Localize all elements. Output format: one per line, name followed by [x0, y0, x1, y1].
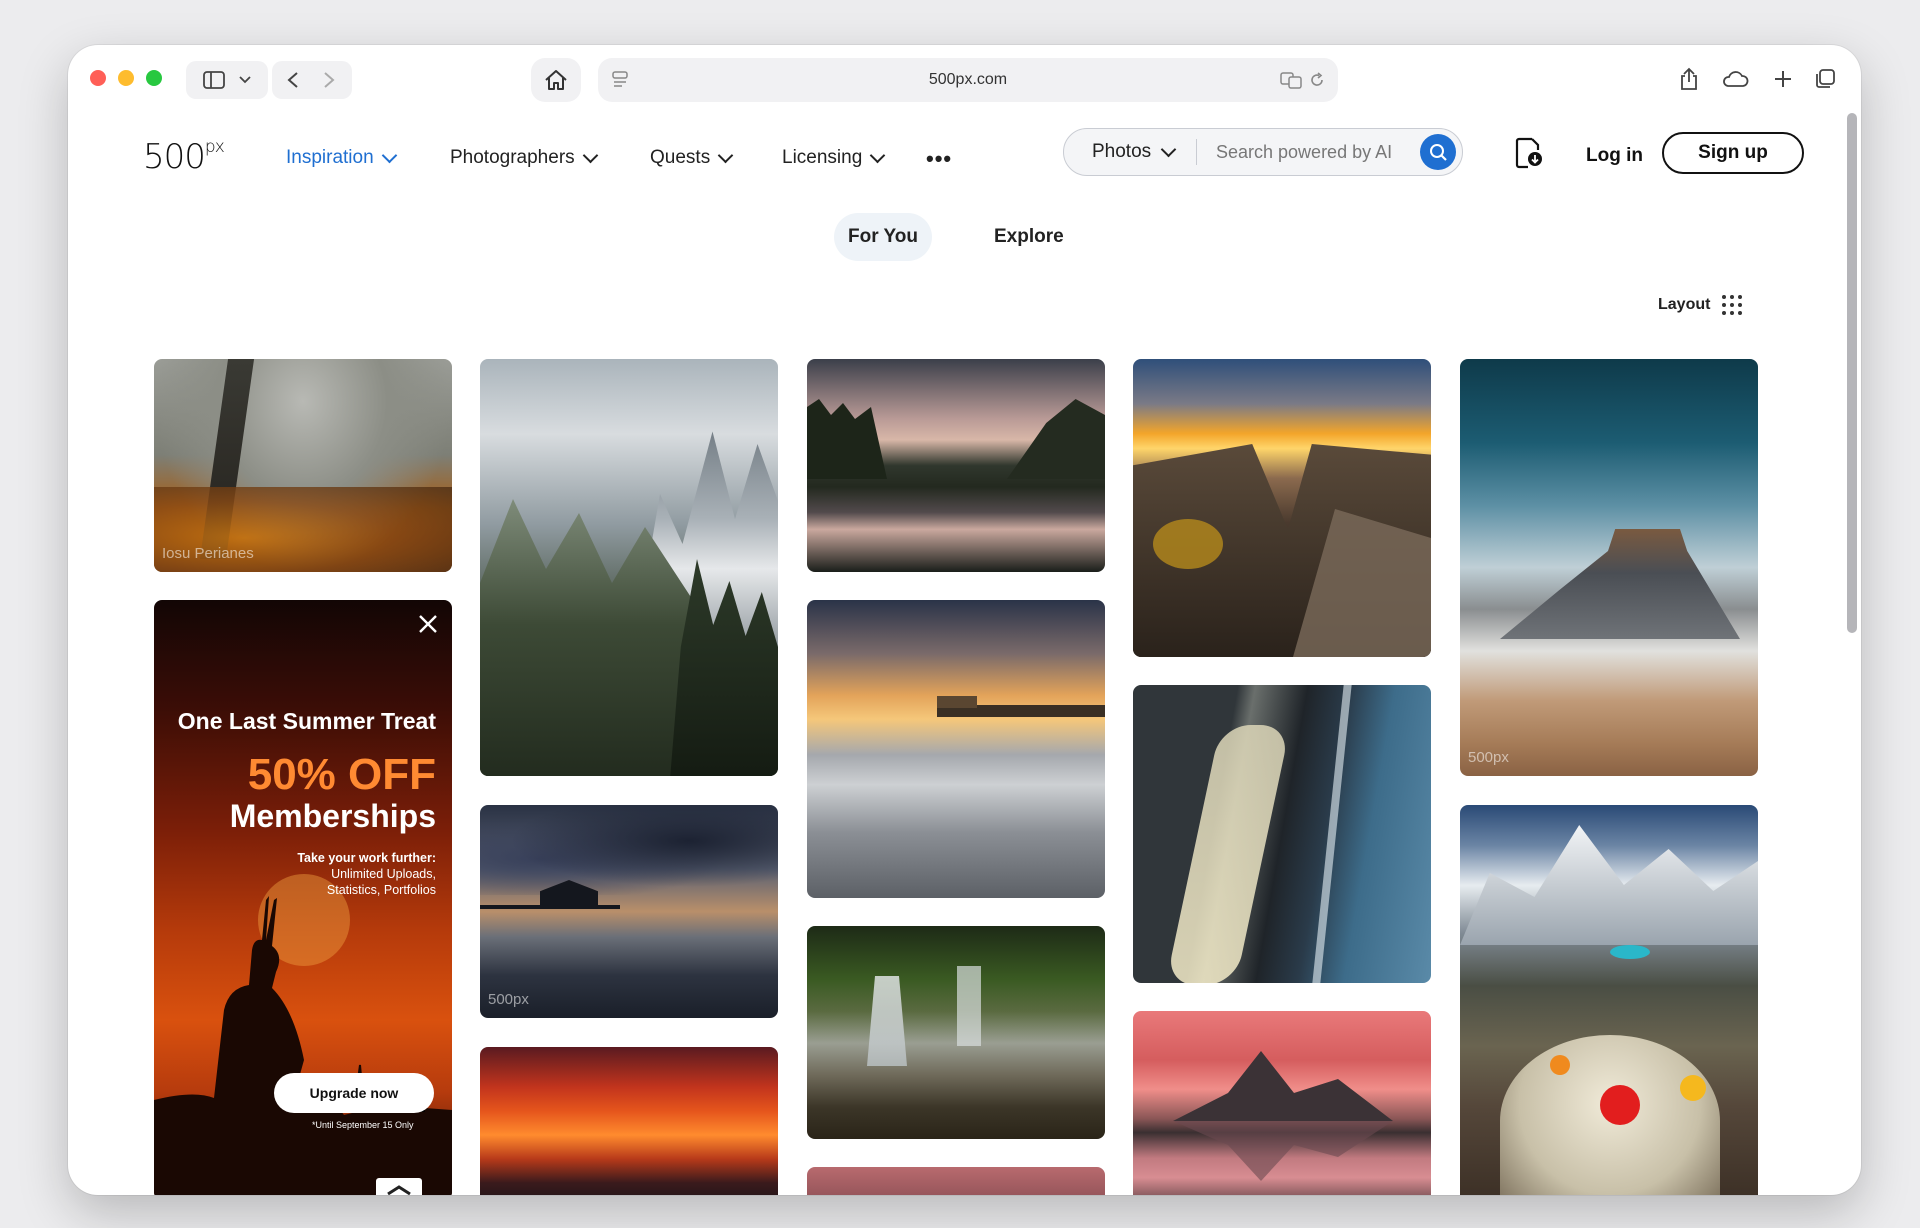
home-button[interactable] — [531, 58, 581, 102]
nav-photographers[interactable]: Photographers — [450, 143, 598, 173]
ad-sub-line: Statistics, Portfolios — [326, 883, 436, 897]
photo-mountain-lake[interactable] — [807, 359, 1105, 572]
photo-canyon-sunrise[interactable] — [1133, 359, 1431, 657]
close-icon — [419, 615, 437, 633]
chevron-down-icon — [381, 147, 397, 164]
page-scrollbar[interactable] — [1847, 113, 1857, 633]
upload-button[interactable] — [1514, 137, 1542, 174]
close-ad-button[interactable] — [416, 612, 440, 636]
photo-watermark: Iosu Perianes — [162, 545, 254, 562]
tab-overview-button[interactable] — [1810, 63, 1840, 95]
cloud-icon — [1723, 71, 1749, 87]
ad-headline: One Last Summer Treat — [177, 708, 436, 734]
logo-sup: px — [204, 136, 225, 157]
ad-fineprint: *Until September 15 Only — [312, 1120, 414, 1130]
ad-description: Take your work further: Unlimited Upload… — [216, 850, 436, 898]
address-bar[interactable]: 500px.com — [598, 58, 1338, 102]
sidebar-toggle-button[interactable] — [186, 61, 268, 99]
nav-label: Licensing — [782, 147, 863, 168]
photo-desert-mesa[interactable]: 500px — [1460, 359, 1758, 776]
tab-explore[interactable]: Explore — [980, 213, 1078, 261]
search-button[interactable] — [1420, 134, 1456, 170]
photo-seaside-pier[interactable] — [807, 600, 1105, 898]
search-type-label: Photos — [1092, 141, 1152, 162]
chevron-down-icon — [717, 147, 734, 164]
tab-for-you[interactable]: For You — [834, 213, 933, 261]
upload-icon — [1515, 137, 1542, 169]
expand-ad-button[interactable] — [376, 1178, 422, 1195]
chevron-down-icon — [870, 147, 886, 164]
photo-watermark: 500px — [1468, 749, 1509, 766]
new-tab-button[interactable] — [1768, 63, 1798, 95]
sidebar-icon — [203, 71, 225, 89]
browser-window: 500px.com 500px Inspiration Photographer… — [68, 45, 1861, 1195]
forward-icon[interactable] — [324, 72, 335, 88]
chevron-down-icon — [1160, 141, 1177, 158]
reload-icon[interactable] — [1308, 71, 1326, 89]
layout-button[interactable]: Layout — [1658, 295, 1743, 315]
tabs-icon — [1816, 69, 1835, 88]
ad-sub-title: Take your work further: — [297, 851, 436, 865]
back-icon[interactable] — [287, 72, 298, 88]
photo-pink-mountain-lake[interactable] — [1133, 1011, 1431, 1195]
site-logo[interactable]: 500px — [143, 136, 225, 177]
nav-label: Inspiration — [286, 147, 374, 168]
ad-sub-line: Unlimited Uploads, — [331, 867, 436, 881]
icloud-button[interactable] — [1718, 63, 1752, 95]
photo-partial[interactable] — [807, 1167, 1105, 1195]
signup-button[interactable]: Sign up — [1662, 132, 1804, 174]
photo-snowy-peaks-cactus[interactable] — [1460, 805, 1758, 1195]
minimize-window-button[interactable] — [118, 70, 134, 86]
photo-watermark: 500px — [488, 991, 529, 1008]
search-type-select[interactable]: Photos — [1092, 129, 1177, 175]
login-link[interactable]: Log in — [1586, 139, 1643, 173]
close-window-button[interactable] — [90, 70, 106, 86]
search-input[interactable]: Search powered by AI — [1216, 129, 1392, 175]
more-menu-icon[interactable]: ••• — [926, 146, 952, 172]
photo-waterfall[interactable] — [807, 926, 1105, 1139]
photo-black-beach-aerial[interactable] — [1133, 685, 1431, 983]
nav-label: Quests — [650, 147, 711, 168]
nav-quests[interactable]: Quests — [650, 143, 734, 173]
ad-product: Memberships — [229, 798, 436, 834]
home-icon — [545, 70, 567, 90]
grid-icon — [1722, 295, 1743, 315]
url-text: 500px.com — [928, 71, 1008, 88]
translate-icon[interactable] — [1280, 71, 1302, 89]
nav-licensing[interactable]: Licensing — [782, 143, 886, 173]
gazelle-silhouette — [154, 874, 452, 1195]
chevron-down-icon — [582, 147, 598, 164]
photo-misty-forest[interactable]: Iosu Perianes — [154, 359, 452, 572]
share-icon — [1681, 67, 1697, 90]
promo-ad: One Last Summer Treat 50% OFF Membership… — [154, 600, 452, 1195]
layout-label: Layout — [1658, 296, 1711, 313]
zoom-window-button[interactable] — [146, 70, 162, 86]
plus-icon — [1775, 71, 1791, 87]
nav-label: Photographers — [450, 147, 575, 168]
chevron-up-icon — [387, 1185, 411, 1195]
chevron-down-icon — [239, 76, 251, 84]
search-icon — [1430, 144, 1447, 161]
photo-alpine-forest[interactable] — [480, 359, 778, 776]
share-button[interactable] — [1674, 63, 1704, 95]
logo-text: 500 — [143, 137, 206, 177]
search-divider — [1196, 139, 1197, 165]
photo-pier-hut[interactable]: 500px — [480, 805, 778, 1018]
history-nav — [272, 61, 352, 99]
photo-red-sunset[interactable] — [480, 1047, 778, 1195]
browser-toolbar: 500px.com — [68, 45, 1861, 129]
nav-inspiration[interactable]: Inspiration — [286, 143, 397, 173]
ad-discount: 50% OFF — [247, 750, 436, 799]
search-bar: Photos Search powered by AI — [1063, 128, 1463, 176]
upgrade-button[interactable]: Upgrade now — [274, 1073, 434, 1113]
